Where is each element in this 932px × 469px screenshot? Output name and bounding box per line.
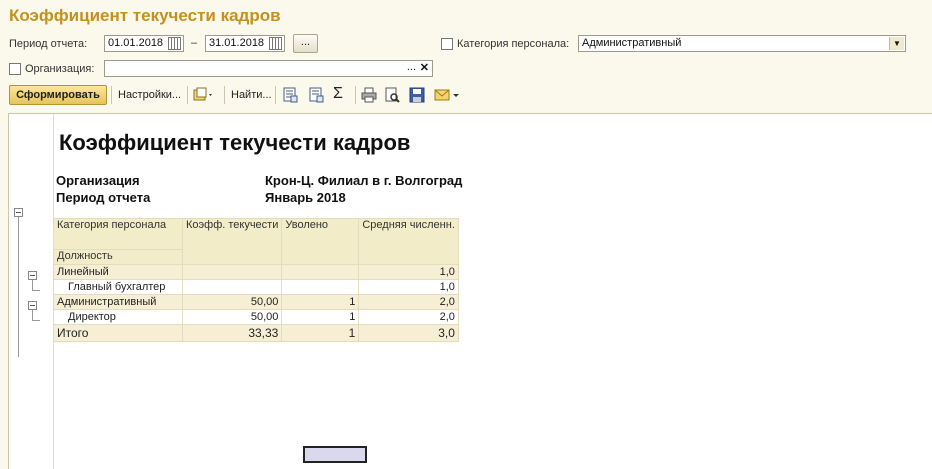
find-button[interactable]: Найти... xyxy=(231,89,272,101)
total-dismissed: 1 xyxy=(281,324,360,342)
report-area: Коэффициент текучести кадров Организация… xyxy=(8,113,932,469)
save-icon[interactable] xyxy=(409,87,425,103)
report-gutter xyxy=(9,114,54,469)
period-label: Период отчета: xyxy=(9,38,88,50)
row-avg: 1,0 xyxy=(358,279,459,295)
category-checkbox[interactable] xyxy=(441,38,453,50)
row-avg: 1,0 xyxy=(358,264,459,280)
col-header-position: Должность xyxy=(53,249,183,265)
variants-icon[interactable] xyxy=(193,87,212,103)
row-name: Главный бухгалтер xyxy=(53,279,183,295)
row-coef: 50,00 xyxy=(181,294,283,310)
settings-button[interactable]: Настройки... xyxy=(118,89,181,101)
row-name: Административный xyxy=(53,294,183,310)
send-email-icon[interactable] xyxy=(434,87,462,103)
col-header-coef: Коэфф. текучести xyxy=(181,218,283,265)
date-to-value: 31.01.2018 xyxy=(209,37,265,49)
collapse-group-icon[interactable] xyxy=(28,301,37,310)
sum-icon[interactable]: Σ xyxy=(333,85,343,103)
table-row: Директор 50,00 1 2,0 xyxy=(53,309,459,325)
table-row: Главный бухгалтер 1,0 xyxy=(53,279,459,295)
date-to-field[interactable]: 31.01.2018 xyxy=(205,35,285,52)
report-period-value: Январь 2018 xyxy=(265,190,346,205)
report-table: Категория персонала Коэфф. текучести Уво… xyxy=(53,218,459,342)
preview-icon[interactable] xyxy=(384,87,400,103)
category-select[interactable]: Административный ▼ xyxy=(578,35,906,52)
row-avg: 2,0 xyxy=(358,309,459,325)
page-title: Коэффициент текучести кадров xyxy=(9,6,281,25)
date-from-field[interactable]: 01.01.2018 xyxy=(104,35,184,52)
row-dismissed: 1 xyxy=(281,309,360,325)
table-row: Административный 50,00 1 2,0 xyxy=(53,294,459,310)
report-title: Коэффициент текучести кадров xyxy=(59,130,411,155)
row-dismissed: 1 xyxy=(281,294,360,310)
col-header-dismissed: Уволено xyxy=(281,218,360,265)
organization-checkbox[interactable] xyxy=(9,63,21,75)
date-from-value: 01.01.2018 xyxy=(108,37,164,49)
row-coef xyxy=(181,264,283,280)
row-name: Директор xyxy=(53,309,183,325)
report-org-value: Крон-Ц. Филиал в г. Волгоград xyxy=(265,173,463,188)
organization-select-button[interactable]: ... xyxy=(407,60,416,75)
col-header-avg: Средняя численн. xyxy=(358,218,459,265)
row-coef: 50,00 xyxy=(181,309,283,325)
print-icon[interactable] xyxy=(361,87,377,103)
row-avg: 2,0 xyxy=(358,294,459,310)
collapse-group-icon[interactable] xyxy=(28,271,37,280)
total-coef: 33,33 xyxy=(181,324,283,342)
report-org-key: Организация xyxy=(56,173,140,188)
total-row: Итого 33,33 1 3,0 xyxy=(53,324,459,342)
category-label: Категория персонала: xyxy=(457,38,570,50)
expand-groups-icon[interactable] xyxy=(282,87,298,103)
generate-button[interactable]: Сформировать xyxy=(9,85,107,105)
row-dismissed xyxy=(281,264,360,280)
category-value: Административный xyxy=(582,37,682,49)
clear-icon[interactable]: ✕ xyxy=(420,61,429,76)
row-coef xyxy=(181,279,283,295)
table-row: Линейный 1,0 xyxy=(53,264,459,280)
row-dismissed xyxy=(281,279,360,295)
calendar-icon[interactable] xyxy=(269,37,282,50)
calendar-icon[interactable] xyxy=(168,37,181,50)
collapse-groups-icon[interactable] xyxy=(308,87,324,103)
organization-field[interactable]: ... ✕ xyxy=(104,60,433,77)
selected-cell[interactable] xyxy=(303,446,367,463)
period-select-button[interactable]: ... xyxy=(293,34,318,53)
collapse-header-icon[interactable] xyxy=(14,208,23,217)
report-period-key: Период отчета xyxy=(56,190,151,205)
chevron-down-icon[interactable]: ▼ xyxy=(889,37,904,50)
row-name: Линейный xyxy=(53,264,183,280)
organization-label: Организация: xyxy=(25,63,95,75)
col-header-category: Категория персонала xyxy=(53,218,183,250)
date-separator: – xyxy=(191,37,198,49)
total-avg: 3,0 xyxy=(358,324,459,342)
total-name: Итого xyxy=(53,324,183,342)
